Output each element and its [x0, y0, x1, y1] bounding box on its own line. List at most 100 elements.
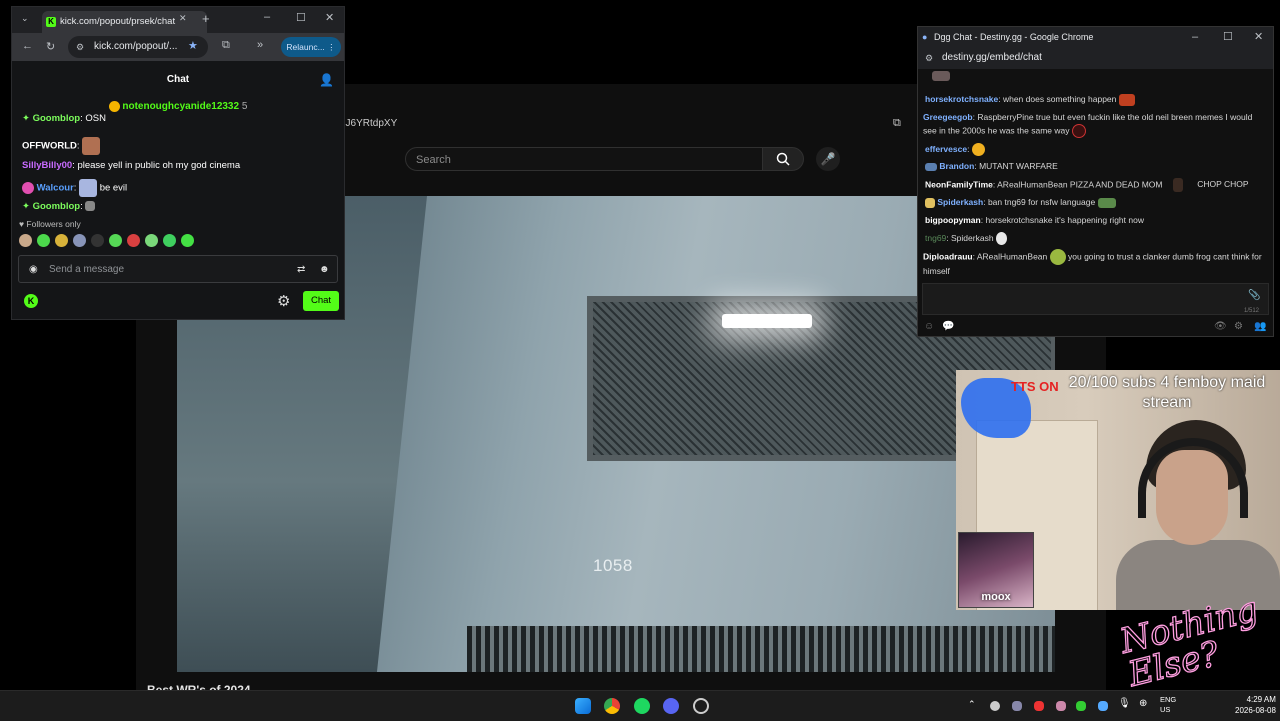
emote-icon[interactable]: [73, 234, 86, 247]
language-indicator[interactable]: ENG US: [1160, 695, 1176, 715]
kick-url-field[interactable]: ⚙ kick.com/popout/...: [68, 36, 208, 58]
chat-username[interactable]: Goomblop: [33, 113, 81, 124]
flair-icon: [925, 197, 935, 208]
user-add-icon[interactable]: 👤: [319, 73, 334, 87]
search-button[interactable]: [762, 147, 804, 171]
chat-username[interactable]: Goomblop: [33, 201, 81, 212]
kick-logo-icon: K: [46, 17, 56, 27]
chat-username[interactable]: OFFWORLD: [22, 141, 77, 152]
obs-icon[interactable]: [693, 698, 709, 714]
minimize-icon[interactable]: –: [264, 11, 270, 23]
dgg-message: Diploadrauu: ARealHumanBean you going to…: [923, 249, 1263, 278]
followers-only-notice: ♥ Followers only: [19, 219, 81, 229]
emote-icon[interactable]: [181, 234, 194, 247]
microphone-icon[interactable]: 🎤: [816, 147, 840, 171]
eye-icon[interactable]: 👁: [1214, 321, 1227, 332]
whispers-icon[interactable]: 💬: [942, 321, 954, 332]
brave-icon[interactable]: [1034, 701, 1044, 711]
send-chat-button[interactable]: Chat: [303, 291, 339, 311]
dgg-username[interactable]: bigpoopyman: [925, 215, 981, 225]
pinned-user[interactable]: notenoughcyanide12332: [122, 101, 239, 112]
dgg-username[interactable]: Spiderkash: [937, 197, 983, 207]
extensions-icon[interactable]: ⧉: [222, 39, 230, 52]
chat-text: OSN: [85, 113, 106, 124]
emote-menu-icon[interactable]: ☻: [319, 256, 330, 284]
dgg-username[interactable]: tng69: [925, 233, 946, 243]
dgg-username[interactable]: effervesce: [925, 144, 967, 154]
maximize-icon[interactable]: ☐: [296, 11, 306, 24]
spotify-icon[interactable]: [634, 698, 650, 714]
kick-tab-bar: ⌄ K kick.com/popout/prsek/chat ✕ + – ☐ ✕: [12, 7, 344, 33]
emote-icon[interactable]: [163, 234, 176, 247]
dgg-username[interactable]: Greegeegob: [923, 112, 973, 122]
emote-icon[interactable]: [91, 234, 104, 247]
microphone-icon[interactable]: 🎙: [1118, 698, 1131, 709]
dgg-text: MUTANT WARFARE: [979, 161, 1058, 171]
tray-app-icon[interactable]: ⊕: [1139, 698, 1147, 709]
dgg-text: when does something happen: [1002, 94, 1117, 104]
close-window-icon[interactable]: ✕: [1254, 27, 1263, 47]
close-window-icon[interactable]: ✕: [325, 11, 334, 24]
video-search-input[interactable]: Search: [405, 147, 763, 171]
flair-icon: [925, 162, 937, 171]
video-speed-counter: 1058: [593, 556, 633, 575]
kick-address-bar: ← ↻ ⚙ kick.com/popout/... ★ ⧉ » Relaunc.…: [12, 33, 344, 61]
emote-icon: [1097, 197, 1116, 208]
site-info-icon[interactable]: ⚙: [925, 47, 933, 69]
dgg-text: ban tng69 for nsfw language: [987, 197, 1096, 207]
discord-icon[interactable]: [663, 698, 679, 714]
chat-message: OFFWORLD:: [22, 137, 101, 155]
relaunch-button[interactable]: Relaunc... ⋮: [281, 37, 341, 57]
dgg-username[interactable]: Brandon: [939, 161, 974, 171]
emote-icon[interactable]: [145, 234, 158, 247]
dgg-address-bar[interactable]: ⚙ destiny.gg/embed/chat: [918, 47, 1273, 69]
users-icon[interactable]: 👥: [1254, 321, 1266, 332]
bookmark-star-icon[interactable]: ★: [188, 39, 198, 52]
emote-icon[interactable]: [37, 234, 50, 247]
tab-list-icon[interactable]: ⌄: [21, 13, 29, 24]
chrome-icon[interactable]: [604, 698, 620, 714]
start-menu-icon[interactable]: [575, 698, 591, 714]
emote-icon[interactable]: [127, 234, 140, 247]
paperclip-icon[interactable]: 📎: [1248, 290, 1260, 301]
emoji-picker-icon[interactable]: ◉: [29, 256, 38, 284]
tray-app-icon[interactable]: [1076, 701, 1086, 711]
chat-message-input[interactable]: ◉ Send a message ⇄ ☻: [18, 255, 338, 283]
maximize-icon[interactable]: ☐: [1223, 27, 1233, 47]
dgg-username[interactable]: NeonFamilyTime: [925, 179, 993, 189]
chat-username[interactable]: Walcour: [37, 183, 74, 194]
tray-app-icon[interactable]: [1098, 701, 1108, 711]
badge-icon: ✦: [22, 201, 30, 212]
site-info-icon[interactable]: ⚙: [76, 36, 84, 58]
kick-logo-icon[interactable]: K: [24, 294, 38, 308]
reload-icon[interactable]: ↻: [46, 40, 55, 53]
dgg-username[interactable]: Diploadrauu: [923, 251, 973, 261]
tray-expand-icon[interactable]: ⌃: [968, 699, 976, 710]
emote-icon[interactable]: [19, 234, 32, 247]
close-tab-icon[interactable]: ✕: [179, 13, 187, 24]
translate-icon[interactable]: ⇄: [297, 256, 305, 284]
dgg-username[interactable]: horsekrotchsnake: [925, 94, 998, 104]
dgg-chat-input[interactable]: 📎: [922, 283, 1269, 315]
emote-icon[interactable]: [109, 234, 122, 247]
dgg-text: Spiderkash: [951, 233, 994, 243]
tray-app-icon[interactable]: [990, 701, 1000, 711]
more-tools-icon[interactable]: »: [257, 39, 263, 51]
dgg-char-count: 1/512: [1244, 308, 1260, 314]
back-icon[interactable]: ←: [22, 40, 33, 52]
settings-gear-icon[interactable]: ⚙: [1234, 321, 1243, 332]
emote-menu-icon[interactable]: ☺: [924, 321, 934, 332]
tray-app-icon[interactable]: [1056, 701, 1066, 711]
chat-username[interactable]: SillyBilly00: [22, 160, 72, 171]
dgg-message: Spiderkash: ban tng69 for nsfw language: [925, 196, 1265, 209]
screencast-icon[interactable]: ⧉: [893, 117, 901, 130]
chat-header-title: Chat: [166, 74, 190, 85]
clock[interactable]: 4:29 AM 2026-08-08: [1235, 694, 1276, 716]
background-url-fragment: dJ6YRtdpXY: [340, 118, 398, 129]
minimize-icon[interactable]: –: [1192, 27, 1198, 47]
steam-icon[interactable]: [1012, 701, 1022, 711]
emote-icon[interactable]: [55, 234, 68, 247]
settings-gear-icon[interactable]: ⚙: [277, 292, 290, 310]
new-tab-icon[interactable]: +: [202, 11, 210, 26]
dgg-text: RaspberryPine true but even fuckin like …: [923, 112, 1253, 136]
